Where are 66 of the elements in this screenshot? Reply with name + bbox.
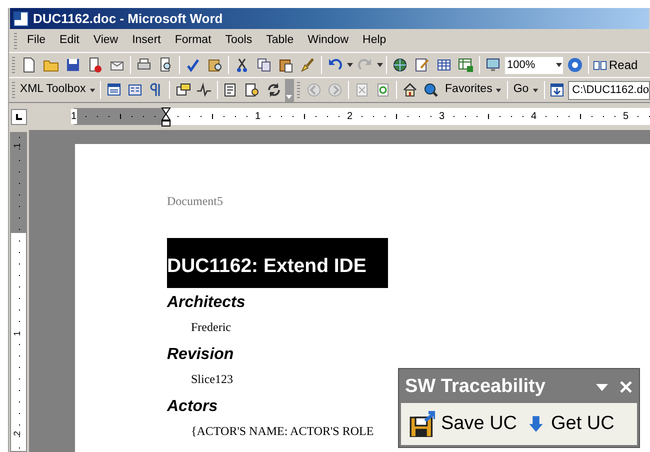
menu-item[interactable]: Edit bbox=[52, 32, 86, 50]
menu-item[interactable]: Table bbox=[259, 32, 301, 50]
document-icon[interactable] bbox=[21, 57, 37, 73]
ruler-number: 2 bbox=[13, 431, 22, 436]
section-heading: Architects bbox=[167, 294, 246, 312]
caret-icon bbox=[88, 86, 96, 94]
save-export-icon bbox=[409, 411, 435, 437]
menu-item[interactable]: Format bbox=[168, 32, 218, 50]
close-icon[interactable] bbox=[619, 380, 633, 394]
caret-icon bbox=[286, 94, 292, 100]
copy-icon[interactable] bbox=[256, 57, 272, 73]
address-field[interactable]: C:\DUC1162.do bbox=[568, 80, 650, 100]
caret-icon bbox=[532, 86, 539, 94]
book-icon[interactable] bbox=[593, 58, 607, 72]
window-icon[interactable] bbox=[106, 82, 122, 98]
section-heading: Revision bbox=[167, 346, 235, 364]
globe-icon[interactable] bbox=[392, 57, 408, 73]
panel-icon[interactable] bbox=[126, 82, 143, 98]
word-document-icon[interactable] bbox=[13, 10, 29, 26]
ruler-number: 1 bbox=[13, 143, 22, 148]
section-heading: Actors bbox=[167, 398, 219, 416]
section-text: Frederic bbox=[191, 320, 231, 334]
document-title: DUC1162: Extend IDE bbox=[167, 238, 388, 288]
xml-toolbox-menu[interactable]: XML Toolbox bbox=[18, 81, 98, 99]
menu-item[interactable]: Insert bbox=[125, 32, 168, 50]
menu-item[interactable]: Tools bbox=[218, 32, 260, 50]
spreadsheet-icon[interactable] bbox=[458, 57, 474, 73]
indent-marker-icon[interactable] bbox=[161, 107, 171, 127]
spellcheck-icon[interactable] bbox=[185, 57, 201, 73]
chat-icon[interactable] bbox=[174, 82, 191, 98]
document-header: Document5 bbox=[167, 193, 224, 210]
read-button[interactable]: Read bbox=[591, 56, 640, 74]
refresh-icon[interactable] bbox=[266, 82, 282, 98]
down-arrow-icon bbox=[527, 415, 546, 433]
go-menu[interactable]: Go bbox=[510, 81, 542, 99]
menu-item[interactable]: File bbox=[20, 32, 53, 50]
menu-item[interactable]: Window bbox=[300, 32, 356, 50]
zoom-dropdown[interactable]: 100% bbox=[504, 56, 564, 74]
panel-button[interactable]: Save UC bbox=[409, 410, 518, 438]
window-title: DUC1162.doc - Microsoft Word bbox=[33, 10, 223, 28]
scissors-icon[interactable] bbox=[234, 57, 250, 73]
panel-title: SW Traceability bbox=[405, 374, 546, 399]
help-icon[interactable] bbox=[567, 57, 583, 73]
download-page-icon[interactable] bbox=[549, 82, 566, 98]
caret-icon[interactable] bbox=[346, 61, 354, 69]
caret-icon[interactable] bbox=[555, 61, 563, 69]
caret-icon[interactable] bbox=[376, 61, 384, 69]
home-icon[interactable] bbox=[402, 82, 418, 98]
caret-icon bbox=[495, 86, 502, 94]
globe-search-icon[interactable] bbox=[423, 82, 440, 98]
horizontal-ruler[interactable]: 1 1 2 3 4 5 bbox=[74, 108, 650, 125]
menu-item[interactable]: Help bbox=[356, 32, 394, 50]
tab-stop-icon bbox=[15, 112, 23, 120]
pencil-page-icon[interactable] bbox=[414, 57, 430, 73]
section-text: Slice123 bbox=[191, 372, 233, 386]
menu-item[interactable]: View bbox=[86, 32, 126, 50]
table-icon[interactable] bbox=[436, 57, 452, 73]
ruler-number: 1 bbox=[71, 109, 77, 124]
brush-icon[interactable] bbox=[300, 57, 316, 73]
panel-button[interactable]: Get UC bbox=[527, 410, 614, 438]
floppy-icon[interactable] bbox=[65, 57, 81, 73]
favorites-menu[interactable]: Favorites bbox=[442, 81, 506, 99]
pulse-icon[interactable] bbox=[196, 82, 212, 98]
tab-stop-button[interactable] bbox=[11, 108, 27, 124]
section-text: {ACTOR'S NAME: ACTOR'S ROLE bbox=[191, 424, 374, 438]
clipboard-icon[interactable] bbox=[278, 57, 294, 73]
